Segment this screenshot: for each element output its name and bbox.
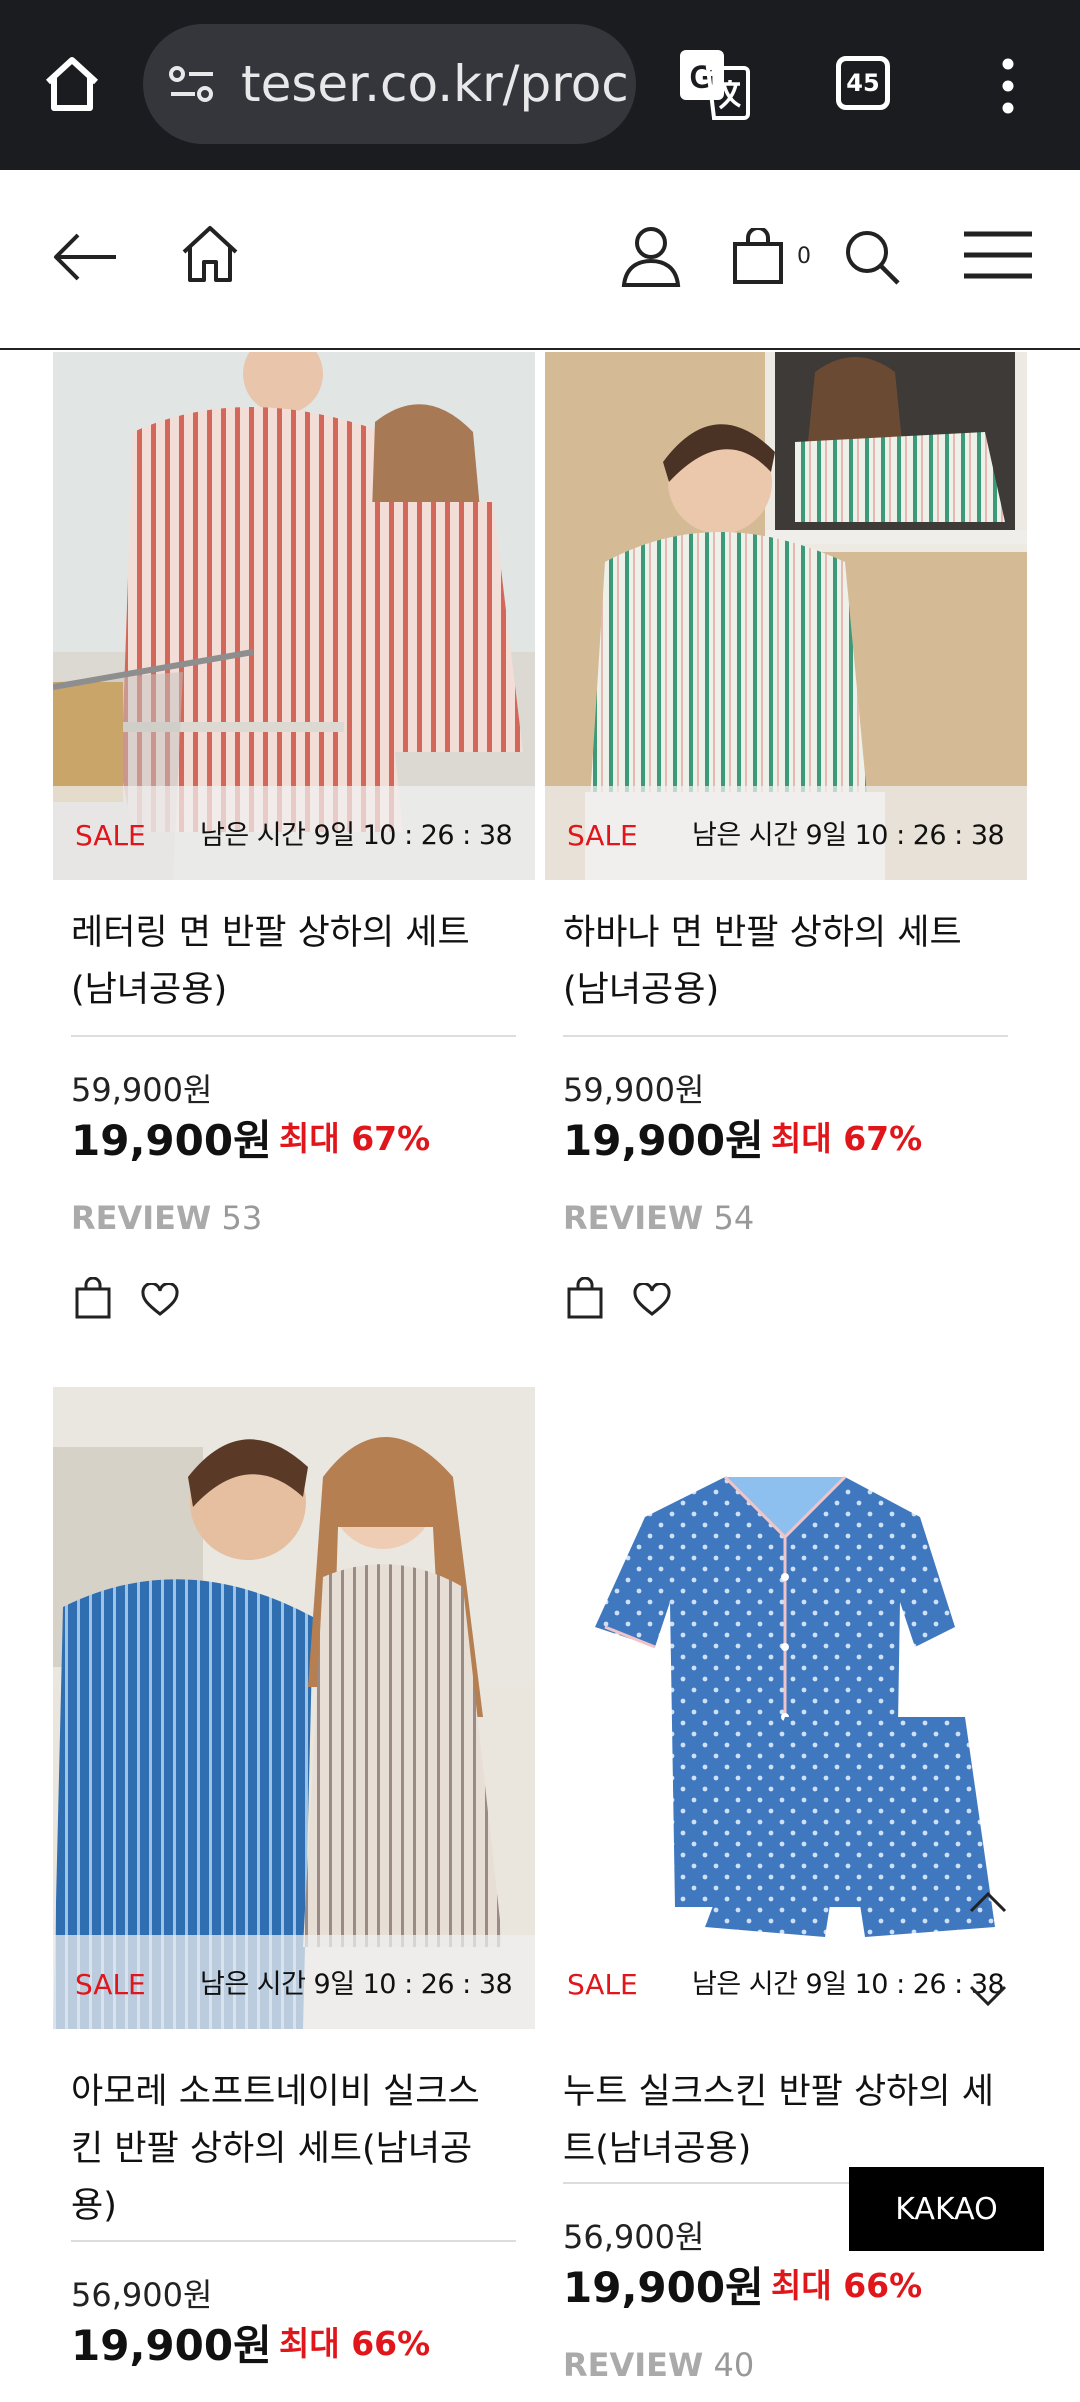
review-number: 53 — [221, 1199, 263, 1237]
sale-band: SALE 남은 시간 9일 10 : 26 : 38 — [53, 1935, 535, 2029]
sale-timer: 남은 시간 9일 10 : 26 : 38 — [200, 1969, 513, 2000]
product-title-line: (남녀공용) — [563, 970, 720, 1010]
sale-price: 19,900원 — [563, 2263, 764, 2312]
wishlist-heart-icon[interactable] — [141, 1283, 179, 1317]
product-title-line: 킨 반팔 상하의 세트(남녀공 — [71, 2129, 473, 2169]
original-price: 59,900원 — [563, 1071, 705, 1109]
product-image[interactable]: SALE 남은 시간 9일 10 : 26 : 38 — [53, 1387, 535, 2029]
scroll-top-chevron-icon[interactable] — [968, 1890, 1008, 1914]
product-title[interactable]: 아모레 소프트네이비 실크스 킨 반팔 상하의 세트(남녀공 용) — [71, 2064, 516, 2235]
review-label: REVIEW — [563, 1199, 704, 1237]
divider — [71, 1035, 516, 1037]
sale-timer: 남은 시간 9일 10 : 26 : 38 — [692, 1969, 1005, 2000]
review-number: 40 — [713, 2346, 755, 2384]
sale-badge: SALE — [75, 819, 146, 852]
tab-switcher-button[interactable]: 45 — [836, 56, 890, 110]
sale-badge: SALE — [567, 819, 638, 852]
discount-rate: 최대 67% — [279, 1119, 431, 1158]
product-title-line: 누트 실크스킨 반팔 상하의 세 — [563, 2072, 994, 2112]
site-settings-icon[interactable] — [167, 64, 217, 104]
back-arrow-icon[interactable] — [52, 232, 118, 282]
original-price: 56,900원 — [71, 2276, 213, 2314]
cart-icon[interactable] — [732, 228, 784, 284]
discount-rate: 최대 67% — [771, 1119, 923, 1158]
original-price: 59,900원 — [71, 1071, 213, 1109]
product-actions — [75, 1277, 185, 1321]
product-image[interactable]: SALE 남은 시간 9일 10 : 26 : 38 — [545, 352, 1027, 880]
review-count: REVIEW 40 — [563, 2346, 754, 2384]
sale-price: 19,900원 — [71, 1116, 272, 1165]
sale-price: 19,900원 — [563, 1116, 764, 1165]
product-title-line: (남녀공용) — [71, 970, 228, 1010]
product-title-line: 레터링 면 반팔 상하의 세트 — [71, 913, 470, 953]
product-title[interactable]: 레터링 면 반팔 상하의 세트 (남녀공용) — [71, 905, 516, 1019]
sale-badge: SALE — [75, 1968, 146, 2001]
review-label: REVIEW — [563, 2346, 704, 2384]
review-count: REVIEW 53 — [71, 1199, 262, 1237]
url-text: teser.co.kr/proc — [241, 55, 629, 113]
review-number: 54 — [713, 1199, 755, 1237]
product-title-line: 용) — [71, 2186, 117, 2226]
wishlist-heart-icon[interactable] — [633, 1283, 671, 1317]
kakao-button[interactable]: KAKAO — [849, 2167, 1044, 2251]
product-card[interactable]: SALE 남은 시간 9일 10 : 26 : 38 아모레 소프트네이비 실크… — [53, 1387, 535, 2402]
add-to-cart-icon[interactable] — [567, 1277, 603, 1319]
sale-band: SALE 남은 시간 9일 10 : 26 : 38 — [545, 786, 1027, 880]
translate-icon[interactable]: G — [678, 48, 750, 120]
product-image[interactable]: SALE 남은 시간 9일 10 : 26 : 38 — [545, 1387, 1027, 2029]
product-title-line: 아모레 소프트네이비 실크스 — [71, 2072, 480, 2112]
search-icon[interactable] — [843, 228, 901, 286]
original-price: 56,900원 — [563, 2218, 705, 2256]
more-options-icon[interactable] — [993, 56, 1023, 116]
product-image[interactable]: SALE 남은 시간 9일 10 : 26 : 38 — [53, 352, 535, 880]
sale-band: SALE 남은 시간 9일 10 : 26 : 38 — [53, 786, 535, 880]
divider — [71, 2240, 516, 2242]
product-actions — [567, 1277, 677, 1321]
sale-price: 19,900원 — [71, 2321, 272, 2370]
account-icon[interactable] — [620, 225, 682, 287]
discount-rate: 최대 66% — [771, 2266, 923, 2305]
product-card[interactable]: SALE 남은 시간 9일 10 : 26 : 38 레터링 면 반팔 상하의 … — [53, 352, 535, 1342]
sale-timer: 남은 시간 9일 10 : 26 : 38 — [200, 820, 513, 851]
scroll-bottom-chevron-icon[interactable] — [968, 1984, 1008, 2008]
browser-toolbar: teser.co.kr/proc G 45 — [0, 0, 1080, 170]
divider — [563, 1035, 1008, 1037]
product-title[interactable]: 누트 실크스킨 반팔 상하의 세 트(남녀공용) — [563, 2064, 1008, 2178]
browser-home-icon[interactable] — [40, 52, 104, 116]
product-title[interactable]: 하바나 면 반팔 상하의 세트 (남녀공용) — [563, 905, 1008, 1019]
home-icon[interactable] — [178, 222, 242, 286]
site-header: 0 — [0, 170, 1080, 350]
sale-badge: SALE — [567, 1968, 638, 2001]
discount-rate: 최대 66% — [279, 2324, 431, 2363]
cart-count: 0 — [797, 244, 811, 269]
hamburger-menu-icon[interactable] — [964, 230, 1032, 280]
review-count: REVIEW 54 — [563, 1199, 754, 1237]
review-label: REVIEW — [71, 1199, 212, 1237]
sale-band: SALE 남은 시간 9일 10 : 26 : 38 — [545, 1935, 1027, 2029]
product-card[interactable]: SALE 남은 시간 9일 10 : 26 : 38 하바나 면 반팔 상하의 … — [545, 352, 1027, 1342]
add-to-cart-icon[interactable] — [75, 1277, 111, 1319]
address-bar[interactable]: teser.co.kr/proc — [143, 24, 636, 144]
sale-timer: 남은 시간 9일 10 : 26 : 38 — [692, 820, 1005, 851]
product-title-line: 하바나 면 반팔 상하의 세트 — [563, 913, 962, 953]
